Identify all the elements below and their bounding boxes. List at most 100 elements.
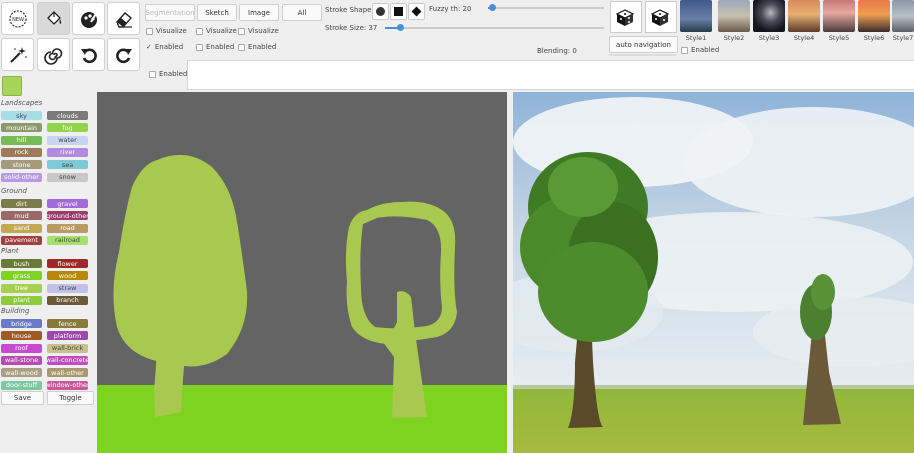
random-dice-button-2[interactable] (645, 1, 677, 33)
save-button[interactable]: Save (1, 391, 44, 405)
palette-label-bush[interactable]: bush (1, 259, 42, 268)
palette-label-door-stuff[interactable]: door-stuff (1, 380, 42, 390)
palette-label-sea[interactable]: sea (47, 160, 88, 170)
slider-knob[interactable] (397, 24, 404, 31)
palette-label-snow[interactable]: snow (47, 172, 88, 182)
style4-thumbnail[interactable] (788, 0, 820, 32)
fuzzy-threshold-slider[interactable] (488, 4, 604, 11)
style7-thumbnail[interactable] (892, 0, 914, 32)
circle-shape-button[interactable] (372, 3, 389, 20)
sketch-button[interactable]: Sketch (197, 4, 237, 21)
palette-label-plant[interactable]: plant (1, 295, 42, 305)
image-button[interactable]: Image (239, 4, 279, 21)
palette-label-fence[interactable]: fence (47, 319, 88, 328)
palette-label-rock[interactable]: rock (1, 147, 42, 157)
palette-label-sand[interactable]: sand (1, 223, 42, 233)
palette-label-tree[interactable]: tree (1, 283, 42, 293)
palette-label-river[interactable]: river (47, 147, 88, 157)
stroke-size-slider[interactable] (385, 24, 604, 31)
svg-text:NEW: NEW (12, 17, 24, 23)
palette-label-wall-other[interactable]: wall-other (47, 368, 88, 378)
checkbox[interactable] (196, 43, 203, 51)
palette-label-solid-other[interactable]: solid-other (1, 172, 42, 182)
palette-label-wall-wood[interactable]: wall-wood (1, 368, 42, 378)
palette-label-water[interactable]: water (47, 135, 88, 145)
palette-label-hill[interactable]: hill (1, 135, 42, 145)
canvas-drawing (97, 92, 507, 453)
palette-label-wood[interactable]: wood (47, 271, 88, 281)
style6-label: Style6 (863, 34, 885, 42)
diamond-shape-button[interactable] (408, 3, 425, 20)
palette-label-sky[interactable]: sky (1, 111, 42, 120)
undo-button[interactable] (72, 38, 105, 71)
palette-label-window-other[interactable]: window-other (47, 380, 88, 390)
checkbox[interactable] (681, 46, 688, 54)
auto-navigation-slider[interactable] (609, 54, 676, 56)
enabled-label-1: Enabled (154, 43, 184, 51)
toggle-button[interactable]: Toggle (47, 391, 94, 405)
segmentation-canvas[interactable] (97, 92, 507, 453)
all-button[interactable]: All (282, 4, 322, 21)
style2-thumbnail[interactable] (718, 0, 750, 32)
stroke-shape-label: Stroke Shape (325, 6, 372, 14)
palette-label-platform[interactable]: platform (47, 331, 88, 341)
checkbox[interactable] (238, 27, 245, 35)
palette-label-straw[interactable]: straw (47, 283, 88, 293)
random-dice-button-1[interactable] (610, 1, 642, 33)
square-shape-button[interactable] (390, 3, 407, 20)
palette-label-mud[interactable]: mud (1, 211, 42, 221)
palette-label-dirt[interactable]: dirt (1, 199, 42, 208)
palette-label-road[interactable]: road (47, 223, 88, 233)
segmentation-button[interactable]: Segmentation (145, 4, 195, 21)
palette-section-ground: Ground (1, 187, 27, 195)
visualize-checkbox-1[interactable]: Visualize (146, 27, 187, 35)
palette-label-wall-brick[interactable]: wall-brick (47, 343, 88, 353)
palette-label-clouds[interactable]: clouds (47, 111, 88, 120)
eraser-button[interactable] (107, 2, 140, 35)
enabled-checkbox-2[interactable]: Enabled (196, 43, 234, 51)
brush-button[interactable] (72, 2, 105, 35)
palette-label-roof[interactable]: roof (1, 343, 42, 353)
palette-label-mountain[interactable]: mountain (1, 123, 42, 133)
visualize-checkbox-3[interactable]: Visualize (238, 27, 279, 35)
palette-label-fog[interactable]: fog (47, 123, 88, 133)
style1-thumbnail[interactable] (680, 0, 712, 32)
palette-label-pavement[interactable]: pavement (1, 235, 42, 245)
slider-knob[interactable] (489, 4, 496, 11)
enabled-checkbox-3[interactable]: Enabled (238, 43, 276, 51)
checkbox[interactable] (146, 27, 153, 35)
swirl-button[interactable] (37, 38, 70, 71)
selected-color-swatch[interactable] (2, 76, 22, 96)
checkbox[interactable] (238, 43, 245, 51)
sketch-tree-trunk-left (154, 352, 185, 417)
palette-label-bridge[interactable]: bridge (1, 319, 42, 328)
palette-label-wall-stone[interactable]: wall-stone (1, 355, 42, 365)
auto-navigation-button[interactable]: auto navigation (609, 36, 678, 53)
style3-label: Style3 (758, 34, 780, 42)
visualize-checkbox-2[interactable]: Visualize (196, 27, 237, 35)
swirl-icon (43, 47, 62, 65)
palette-label-house[interactable]: house (1, 331, 42, 341)
magic-wand-button[interactable] (1, 38, 34, 71)
palette-label-wall-concrete[interactable]: wall-concrete (47, 355, 88, 365)
palette-label-flower[interactable]: flower (47, 259, 88, 268)
redo-icon (115, 48, 132, 63)
checkbox[interactable] (196, 27, 203, 35)
style6-thumbnail[interactable] (858, 0, 890, 32)
redo-button[interactable] (107, 38, 140, 71)
palette-label-gravel[interactable]: gravel (47, 199, 88, 208)
prompt-input[interactable] (187, 60, 914, 90)
checkbox[interactable] (149, 70, 156, 78)
palette-label-ground-other[interactable]: ground-other (47, 211, 88, 221)
new-button[interactable]: NEW (1, 2, 34, 35)
palette-label-stone[interactable]: stone (1, 160, 42, 170)
palette-label-branch[interactable]: branch (47, 295, 88, 305)
enabled-checkbox-1[interactable]: ✓ Enabled (146, 43, 183, 51)
style5-thumbnail[interactable] (823, 0, 855, 32)
paint-bucket-button[interactable] (37, 2, 70, 35)
style3-thumbnail[interactable] (753, 0, 785, 32)
palette-label-railroad[interactable]: railroad (47, 235, 88, 245)
enabled-checkbox-bottom[interactable]: Enabled (149, 70, 187, 78)
palette-label-grass[interactable]: grass (1, 271, 42, 281)
style-enabled-checkbox[interactable]: Enabled (681, 46, 719, 54)
